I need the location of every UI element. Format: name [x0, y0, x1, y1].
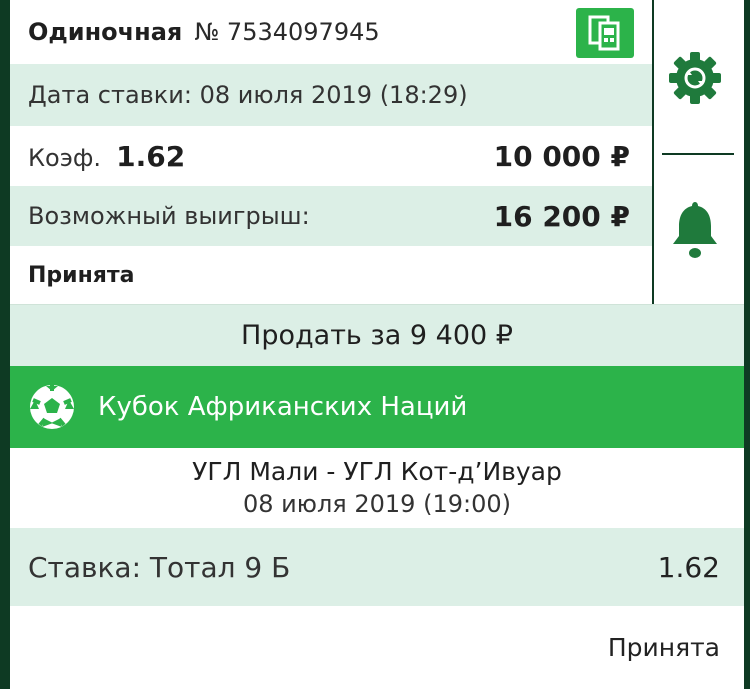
payout-label: Возможный выигрыш:	[28, 202, 310, 230]
match-date: 08 июля 2019 (19:00)	[243, 490, 511, 518]
selection-coef: 1.62	[657, 550, 720, 584]
bet-card: Одиночная № 7534097945 Дата ставки: 08 и…	[10, 0, 744, 689]
settings-button[interactable]	[665, 48, 725, 108]
bell-icon	[673, 202, 717, 258]
match-info[interactable]: УГЛ Мали - УГЛ Кот-д’Ивуар 08 июля 2019 …	[10, 448, 744, 528]
sidebar-separator	[662, 153, 734, 155]
sidebar-divider	[652, 0, 654, 304]
status-row: Принята	[10, 246, 652, 304]
coef-row: Коэф. 1.62 10 000 ₽	[10, 126, 652, 186]
bet-type: Одиночная	[28, 18, 183, 46]
soccer-ball-icon	[30, 385, 74, 429]
league-name: Кубок Африканских Наций	[98, 392, 468, 422]
stake-amount: 10 000 ₽	[493, 139, 630, 173]
selection-status-row: Принята	[10, 606, 744, 689]
match-teams: УГЛ Мали - УГЛ Кот-д’Ивуар	[192, 457, 562, 486]
bet-date-row: Дата ставки: 08 июля 2019 (18:29)	[10, 64, 652, 126]
bet-number: № 7534097945	[194, 18, 380, 46]
copy-icon	[588, 15, 620, 51]
sell-button-label: Продать за 9 400 ₽	[241, 320, 513, 351]
payout-value: 16 200 ₽	[493, 199, 630, 233]
selection-row: Ставка: Тотал 9 Б 1.62	[10, 528, 744, 606]
bet-date: Дата ставки: 08 июля 2019 (18:29)	[28, 81, 468, 109]
payout-row: Возможный выигрыш: 16 200 ₽	[10, 186, 652, 246]
league-header: Кубок Африканских Наций	[10, 366, 744, 448]
selection-status: Принята	[607, 633, 720, 662]
coef-group: Коэф. 1.62	[28, 140, 185, 173]
gear-icon	[669, 52, 721, 104]
selection-label: Ставка: Тотал 9 Б	[28, 550, 291, 584]
bet-status: Принята	[28, 262, 135, 288]
coef-label: Коэф.	[28, 143, 102, 172]
coef-value: 1.62	[116, 139, 186, 173]
bet-header: Одиночная № 7534097945	[10, 0, 652, 64]
notifications-button[interactable]	[670, 198, 720, 260]
sell-button[interactable]: Продать за 9 400 ₽	[10, 304, 744, 366]
copy-button[interactable]	[576, 8, 634, 58]
